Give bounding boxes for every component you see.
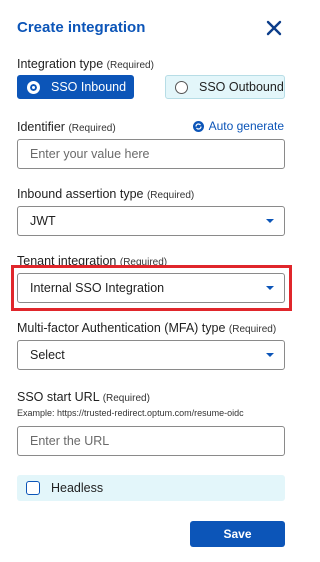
highlight-box [11, 265, 292, 311]
save-button[interactable]: Save [190, 521, 285, 547]
chevron-down-icon [266, 219, 274, 223]
identifier-input[interactable]: Enter your value here [17, 139, 285, 169]
inbound-assertion-value: JWT [30, 214, 56, 228]
required-marker: (Required) [146, 190, 195, 201]
headless-checkbox[interactable] [26, 481, 40, 495]
mfa-type-select[interactable]: Select [17, 340, 285, 370]
sso-start-url-label-text: SSO start URL [17, 390, 100, 404]
mfa-type-label-text: Multi-factor Authentication (MFA) type [17, 321, 226, 335]
radio-unselected-icon [175, 80, 188, 94]
inbound-assertion-label: Inbound assertion type (Required) [17, 186, 194, 204]
inbound-assertion-label-text: Inbound assertion type [17, 187, 144, 201]
mfa-type-label: Multi-factor Authentication (MFA) type (… [17, 320, 276, 338]
close-icon[interactable] [265, 19, 283, 37]
integration-type-label-text: Integration type [17, 57, 104, 71]
sso-start-url-placeholder: Enter the URL [30, 434, 110, 448]
sso-inbound-option[interactable]: SSO Inbound [17, 75, 134, 99]
identifier-placeholder: Enter your value here [30, 147, 150, 161]
headless-checkbox-row[interactable]: Headless [17, 475, 285, 501]
required-marker: (Required) [68, 123, 116, 134]
required-marker: (Required) [228, 324, 277, 335]
mfa-type-value: Select [30, 348, 65, 362]
radio-selected-icon [27, 80, 40, 94]
sso-start-url-label: SSO start URL (Required) [17, 389, 150, 407]
sso-start-url-helper: Example: https://trusted-redirect.optum.… [17, 408, 244, 418]
integration-type-label: Integration type (Required) [17, 56, 154, 74]
chevron-down-icon [266, 353, 274, 357]
auto-generate-icon [192, 120, 204, 132]
headless-label: Headless [51, 481, 104, 495]
identifier-label: Identifier (Required) [17, 119, 116, 137]
sso-outbound-option[interactable]: SSO Outbound [165, 75, 285, 99]
required-marker: (Required) [102, 393, 150, 404]
auto-generate-link[interactable]: Auto generate [192, 119, 284, 133]
auto-generate-label: Auto generate [208, 119, 284, 133]
sso-start-url-input[interactable]: Enter the URL [17, 426, 285, 456]
sso-inbound-label: SSO Inbound [51, 80, 127, 94]
inbound-assertion-select[interactable]: JWT [17, 206, 285, 236]
panel-header: Create integration [17, 18, 283, 40]
identifier-label-text: Identifier [17, 120, 65, 134]
required-marker: (Required) [106, 60, 154, 71]
panel-title: Create integration [17, 19, 146, 36]
sso-outbound-label: SSO Outbound [199, 80, 284, 94]
